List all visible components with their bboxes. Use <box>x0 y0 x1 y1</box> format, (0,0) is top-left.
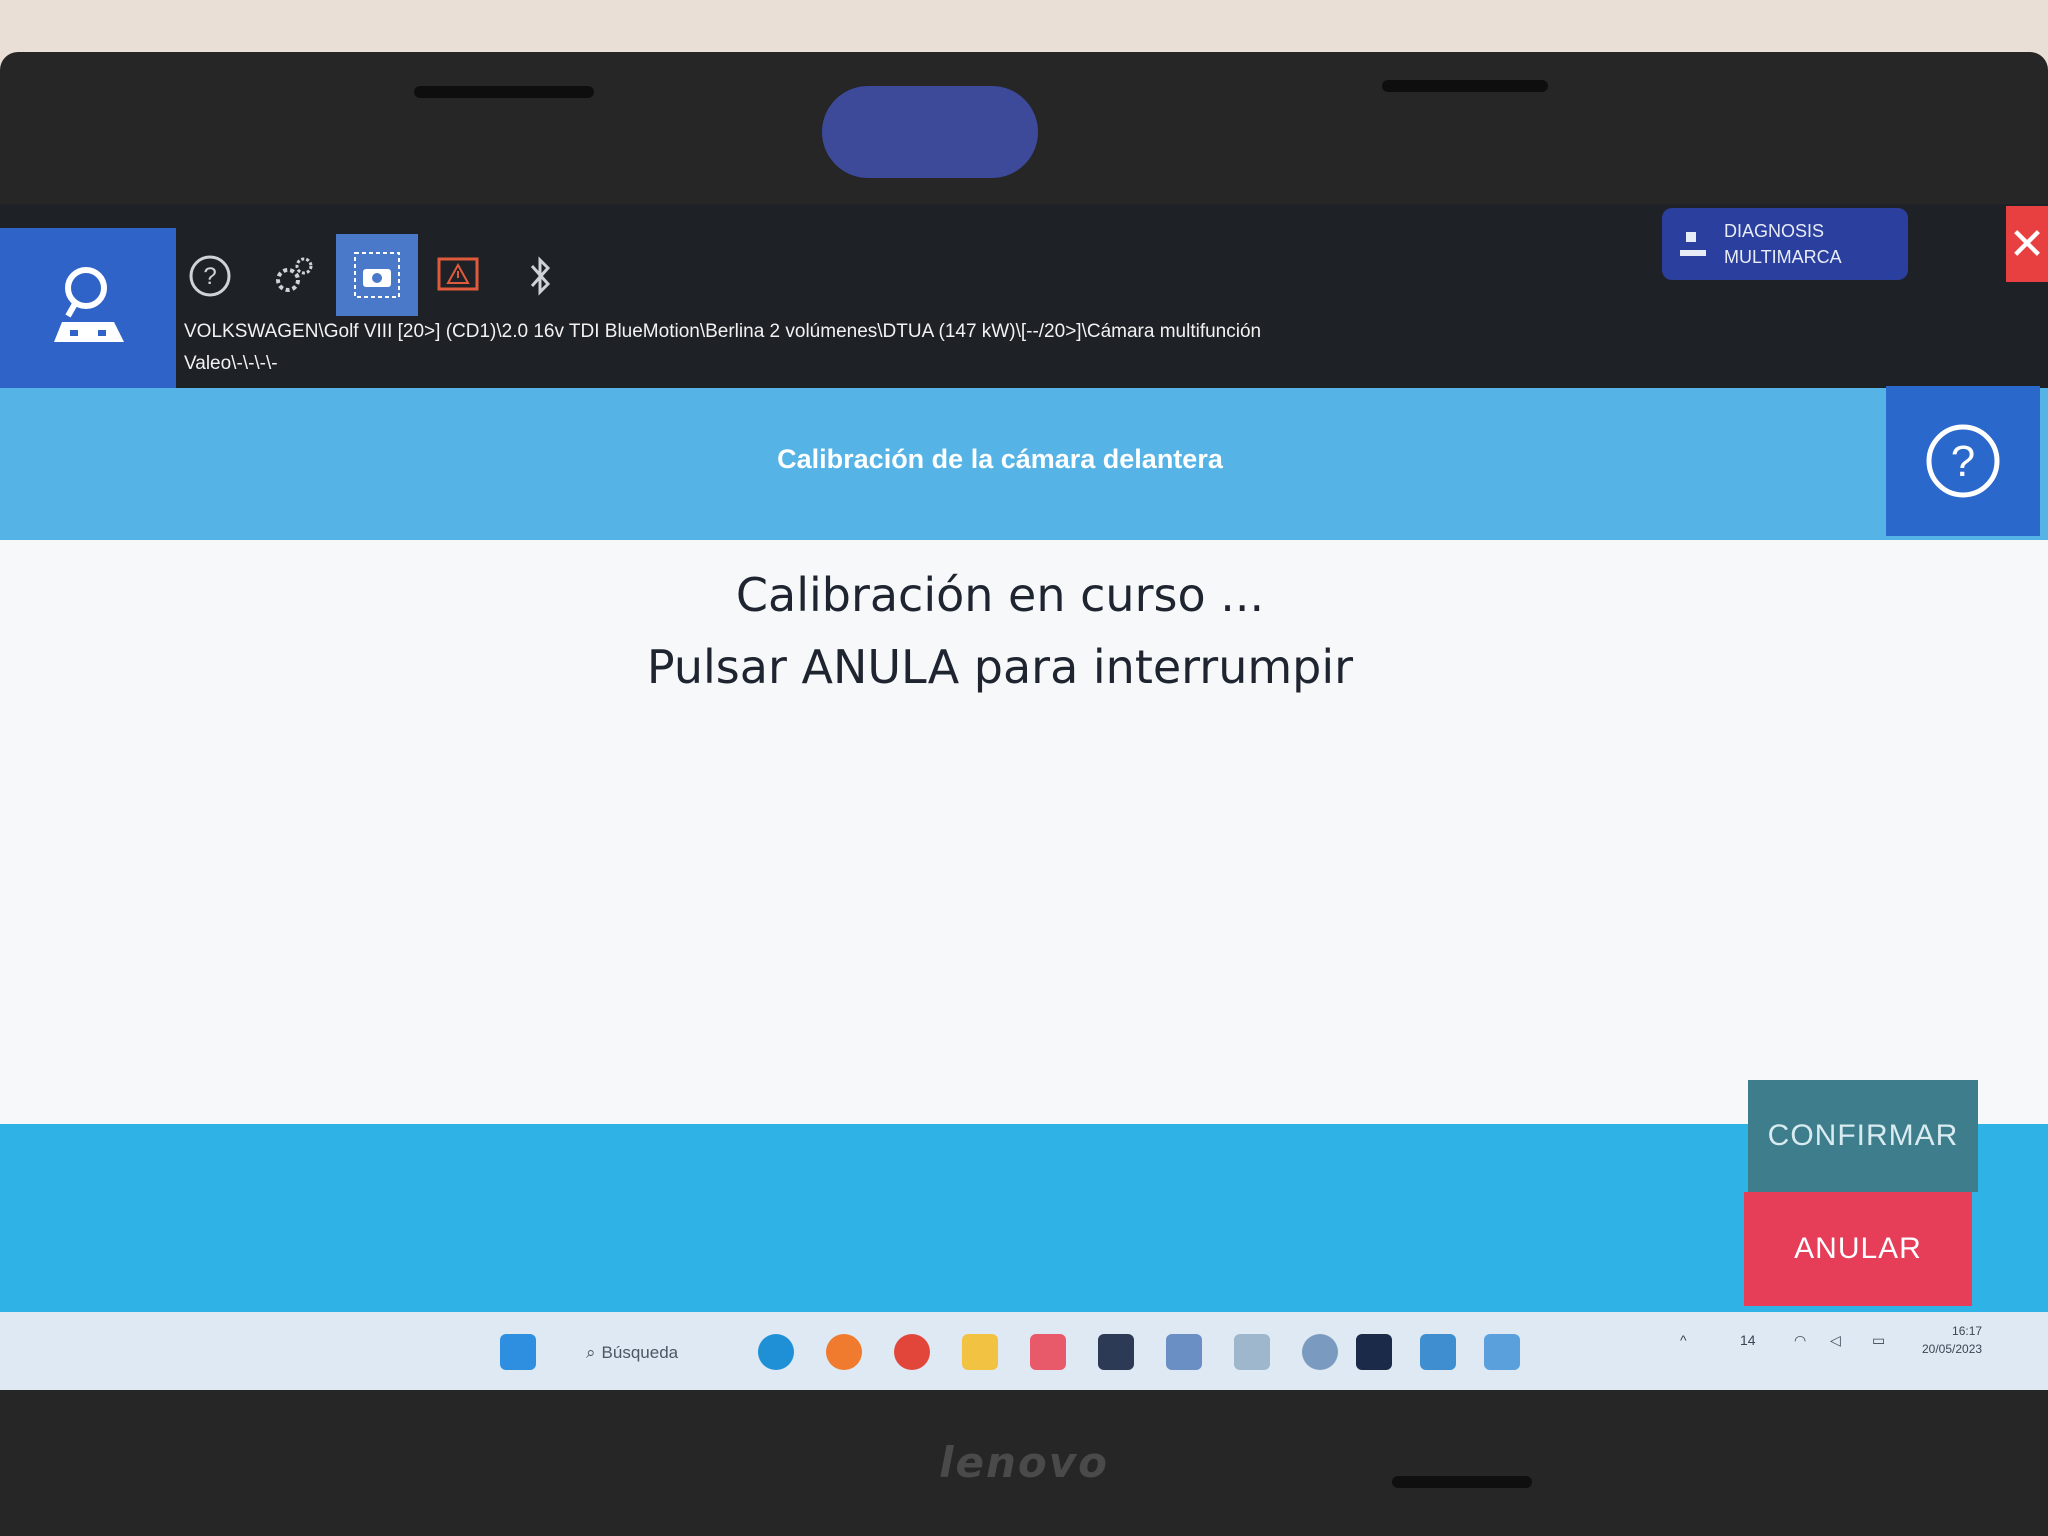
sticky-notes-icon[interactable] <box>1098 1334 1134 1370</box>
screen: ? VOLKSWAGEN\Golf VIII [20>] (CD1)\2.0 1… <box>0 204 2048 1390</box>
app-icon[interactable] <box>1234 1334 1270 1370</box>
edge-browser-icon[interactable] <box>758 1334 794 1370</box>
firefox-icon[interactable] <box>826 1334 862 1370</box>
search-icon: ⌕ <box>586 1343 596 1362</box>
help-icon[interactable]: ? <box>178 244 242 308</box>
file-explorer-icon[interactable] <box>962 1334 998 1370</box>
vehicle-lift-icon <box>1680 232 1706 256</box>
chrome-icon[interactable] <box>894 1334 930 1370</box>
bezel-slot-left <box>414 86 594 98</box>
breadcrumb-line-1: VOLKSWAGEN\Golf VIII [20>] (CD1)\2.0 16v… <box>184 321 1262 342</box>
chevron-up-icon[interactable]: ^ <box>1680 1332 1687 1348</box>
diagnostic-app-icon[interactable] <box>1356 1334 1392 1370</box>
vehicle-breadcrumb: VOLKSWAGEN\Golf VIII [20>] (CD1)\2.0 16v… <box>184 316 1384 380</box>
bezel-slot-right <box>1382 80 1548 92</box>
search-car-icon[interactable] <box>0 228 176 388</box>
windows-start-icon[interactable] <box>500 1334 536 1370</box>
tray-clock: 16:17 20/05/2023 <box>1922 1322 1982 1358</box>
taskbar-search[interactable]: ⌕ Búsqueda <box>586 1334 716 1372</box>
laptop-brand-logo: lenovo <box>939 1438 1109 1487</box>
interrupt-instruction-text: Pulsar ANULA para interrumpir <box>646 640 1354 694</box>
confirm-button[interactable]: CONFIRMAR <box>1748 1080 1978 1192</box>
calendar-badge: 14 <box>1740 1332 1756 1348</box>
volume-icon[interactable]: ◁ <box>1830 1332 1841 1349</box>
screenshot-camera-icon[interactable] <box>336 234 418 316</box>
svg-text:?: ? <box>1951 437 1975 486</box>
bezel-slot-bottom <box>1392 1476 1532 1488</box>
warning-report-icon[interactable] <box>426 244 490 308</box>
bluetooth-icon[interactable] <box>508 244 572 308</box>
diagnostic-app-icon-3[interactable] <box>1484 1334 1520 1370</box>
calculator-icon[interactable] <box>1166 1334 1202 1370</box>
taskbar-search-label: Búsqueda <box>601 1343 679 1362</box>
page-title: Calibración de la cámara delantera <box>777 444 1223 474</box>
tray-time: 16:17 <box>1952 1324 1983 1338</box>
tray-date: 20/05/2023 <box>1922 1342 1983 1356</box>
app-toolbar: ? VOLKSWAGEN\Golf VIII [20>] (CD1)\2.0 1… <box>0 204 2048 388</box>
onedrive-icon[interactable] <box>1302 1334 1338 1370</box>
question-mark-icon: ? <box>1926 424 2000 498</box>
settings-gears-icon[interactable] <box>262 244 326 308</box>
svg-text:?: ? <box>203 263 216 290</box>
wifi-icon[interactable]: ◠ <box>1794 1332 1806 1349</box>
battery-icon[interactable]: ▭ <box>1872 1332 1885 1349</box>
diagnostic-app-icon-2[interactable] <box>1420 1334 1456 1370</box>
multibrand-diagnosis-button[interactable]: DIAGNOSIS MULTIMARCA <box>1662 208 1908 280</box>
close-button[interactable]: ✕ <box>2006 206 2048 282</box>
context-help-button[interactable]: ? <box>1886 386 2040 536</box>
diagnosis-label-line-2: MULTIMARCA <box>1724 247 1842 267</box>
windows-taskbar: ⌕ Búsqueda ^ 14 ◠ ◁ ▭ 16:17 20/05/2023 <box>0 1312 2048 1390</box>
calibration-status-text: Calibración en curso ... <box>735 568 1265 622</box>
snipping-tool-icon[interactable] <box>1030 1334 1066 1370</box>
webcam-cover <box>822 86 1038 178</box>
breadcrumb-line-2: Valeo\-\-\-\- <box>184 353 278 374</box>
cancel-button[interactable]: ANULAR <box>1744 1192 1972 1306</box>
title-band: Calibración de la cámara delantera <box>0 388 2048 540</box>
diagnosis-label-line-1: DIAGNOSIS <box>1724 221 1825 241</box>
message-panel: Calibración en curso ... Pulsar ANULA pa… <box>0 540 2048 1144</box>
